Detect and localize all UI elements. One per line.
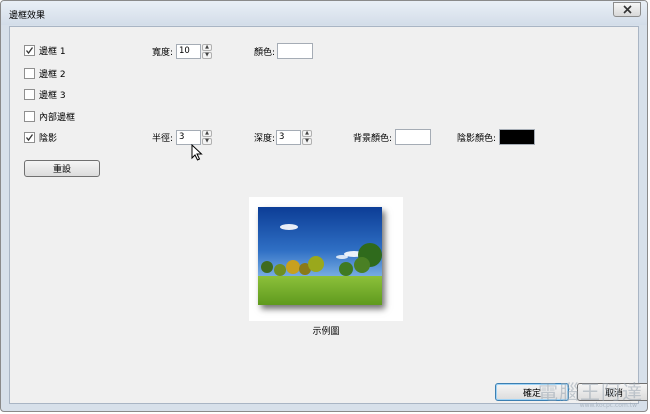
width-decrement-button[interactable]: ▼: [202, 51, 212, 59]
border2-checkbox[interactable]: [24, 67, 35, 79]
title-bar[interactable]: 邊框效果: [1, 1, 647, 25]
arrow-up-icon: ▲: [205, 130, 209, 136]
width-label: 寬度:: [152, 48, 174, 58]
watermark-url: www.kocpc.com.tw: [579, 402, 637, 409]
depth-spinner[interactable]: 3 ▲ ▼: [276, 129, 312, 145]
border3-checkbox[interactable]: [24, 88, 35, 100]
close-button[interactable]: [613, 2, 641, 17]
border1-checkbox[interactable]: [24, 44, 35, 56]
window-title: 邊框效果: [9, 11, 46, 21]
preview-caption: 示例圖: [312, 327, 340, 337]
background-color-swatch[interactable]: [395, 129, 431, 145]
radius-decrement-button[interactable]: ▼: [202, 137, 212, 145]
watermark-logo: 電腦王阿達: [538, 380, 643, 404]
depth-increment-button[interactable]: ▲: [302, 129, 312, 137]
radius-spinner[interactable]: 3 ▲ ▼: [176, 129, 212, 145]
preview-frame: [249, 197, 403, 321]
arrow-up-icon: ▲: [205, 44, 209, 50]
arrow-down-icon: ▼: [205, 52, 209, 58]
radius-increment-button[interactable]: ▲: [202, 129, 212, 137]
dialog-window: 邊框效果 邊框 1 邊框 2 邊框 3 內部邊框 陰影 寬度: 10 ▲ ▼ 顏…: [0, 0, 648, 412]
shadow-label: 陰影: [39, 133, 58, 144]
inner-border-checkbox[interactable]: [24, 110, 35, 122]
border1-label: 邊框 1: [39, 46, 66, 57]
border3-option[interactable]: 邊框 3: [24, 86, 66, 102]
depth-decrement-button[interactable]: ▼: [302, 137, 312, 145]
width-increment-button[interactable]: ▲: [202, 43, 212, 51]
shadow-option[interactable]: 陰影: [24, 129, 57, 145]
border-color-swatch[interactable]: [277, 43, 313, 59]
checkmark-icon: [25, 133, 34, 141]
preview-image: [258, 207, 382, 305]
radius-label: 半徑:: [152, 134, 174, 144]
shadow-color-label: 陰影顏色:: [457, 134, 497, 144]
dialog-client-area: 邊框 1 邊框 2 邊框 3 內部邊框 陰影 寬度: 10 ▲ ▼ 顏色: 半徑…: [9, 26, 647, 404]
background-color-label: 背景顏色:: [353, 134, 393, 144]
landscape-image: [258, 207, 382, 305]
width-input[interactable]: 10: [176, 43, 201, 59]
shadow-checkbox[interactable]: [24, 131, 35, 143]
inner-border-option[interactable]: 內部邊框: [24, 108, 75, 124]
shadow-color-swatch[interactable]: [499, 129, 535, 145]
width-spinner[interactable]: 10 ▲ ▼: [176, 43, 212, 59]
arrow-up-icon: ▲: [305, 130, 309, 136]
arrow-down-icon: ▼: [305, 138, 309, 144]
checkmark-icon: [25, 46, 34, 54]
border1-option[interactable]: 邊框 1: [24, 42, 66, 58]
border3-label: 邊框 3: [39, 90, 66, 101]
close-icon: [622, 5, 632, 14]
depth-label: 深度:: [254, 134, 276, 144]
color-label: 顏色:: [254, 48, 276, 58]
radius-input[interactable]: 3: [176, 129, 201, 145]
mouse-cursor-icon: [191, 144, 203, 161]
reset-button[interactable]: 重設: [24, 160, 100, 177]
border2-label: 邊框 2: [39, 69, 66, 80]
border2-option[interactable]: 邊框 2: [24, 65, 66, 81]
arrow-down-icon: ▼: [205, 138, 209, 144]
depth-input[interactable]: 3: [276, 129, 301, 145]
inner-border-label: 內部邊框: [39, 112, 76, 123]
